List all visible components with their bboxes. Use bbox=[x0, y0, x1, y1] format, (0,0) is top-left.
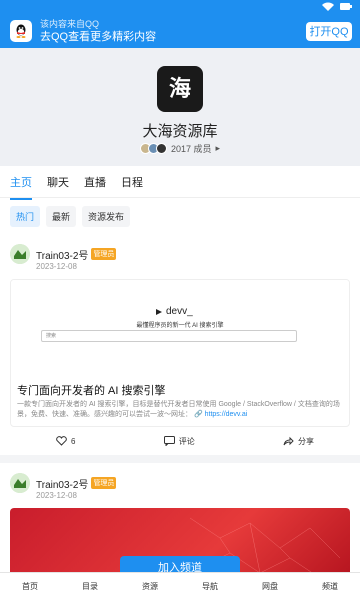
chip-resources[interactable]: 资源发布 bbox=[82, 205, 131, 227]
svg-text:海: 海 bbox=[169, 76, 191, 102]
chip-hot[interactable]: 热门 bbox=[10, 205, 41, 227]
comment-icon bbox=[163, 436, 175, 446]
link-preview-card[interactable]: devv_ 最懂程序员的新一代 AI 搜索引擎 搜索 专门面向开发者的 AI 搜… bbox=[10, 279, 350, 427]
nav-home[interactable]: 首页 bbox=[22, 581, 38, 592]
nav-channel[interactable]: 频道 bbox=[322, 581, 338, 592]
qq-logo-icon bbox=[10, 20, 32, 42]
post-actions: 6 评论 分享 bbox=[10, 427, 350, 455]
user-avatar[interactable] bbox=[10, 473, 30, 493]
tab-live[interactable]: 直播 bbox=[84, 174, 106, 190]
link-icon: 🔗 bbox=[193, 411, 203, 418]
like-button[interactable]: 6 bbox=[56, 436, 75, 446]
post-date: 2023-12-08 bbox=[36, 491, 77, 500]
devv-subtitle: 最懂程序员的新一代 AI 搜索引擎 bbox=[136, 323, 224, 329]
comment-label: 评论 bbox=[178, 436, 195, 446]
nav-catalog[interactable]: 目录 bbox=[82, 581, 98, 592]
admin-badge: 管理员 bbox=[91, 477, 117, 489]
card-description: 一款专门面向开发者的 AI 搜索引擎，目标是替代开发者日常使用 Google /… bbox=[17, 401, 340, 418]
card-link[interactable]: https://devv.ai bbox=[205, 411, 248, 418]
filter-chips: 热门 最新 资源发布 bbox=[0, 198, 360, 234]
post-divider bbox=[0, 455, 360, 463]
devv-search-box: 搜索 bbox=[41, 330, 297, 342]
qq-banner[interactable]: 该内容来自QQ 去QQ查看更多精彩内容 打开QQ bbox=[0, 14, 360, 48]
nav-resources[interactable]: 资源 bbox=[142, 581, 158, 592]
open-qq-button[interactable]: 打开QQ bbox=[306, 21, 352, 41]
nav-netdisk[interactable]: 网盘 bbox=[262, 581, 278, 592]
content-area: 主页 聊天 直播 日程 热门 最新 资源发布 Train03-2号 管理员 20… bbox=[0, 166, 360, 572]
group-header: 海 大海资源库 2017 成员 ▸ bbox=[0, 48, 360, 166]
heart-icon bbox=[56, 436, 67, 446]
status-bar bbox=[0, 0, 360, 14]
chevron-right-icon: ▸ bbox=[215, 143, 221, 153]
tab-chat[interactable]: 聊天 bbox=[47, 174, 69, 190]
tab-home[interactable]: 主页 bbox=[10, 174, 32, 200]
comment-button[interactable]: 评论 bbox=[163, 436, 195, 447]
post-card[interactable]: Train03-2号 管理员 2023-12-08 devv_ 最懂程序员的新一… bbox=[0, 234, 360, 455]
like-count: 6 bbox=[71, 436, 76, 446]
bottom-nav: 首页 目录 资源 导航 网盘 频道 bbox=[0, 572, 360, 600]
member-count: 2017 成员 bbox=[170, 144, 212, 154]
members-row[interactable]: 2017 成员 ▸ bbox=[0, 142, 360, 155]
post-username[interactable]: Train03-2号 bbox=[36, 247, 88, 262]
share-icon bbox=[283, 436, 294, 446]
admin-badge: 管理员 bbox=[91, 248, 117, 260]
qq-banner-message: 去QQ查看更多精彩内容 bbox=[40, 31, 157, 43]
qq-banner-subtitle: 该内容来自QQ bbox=[40, 19, 100, 29]
user-avatar[interactable] bbox=[10, 244, 30, 264]
post-date: 2023-12-08 bbox=[36, 262, 77, 271]
share-label: 分享 bbox=[297, 436, 314, 446]
chip-latest[interactable]: 最新 bbox=[46, 205, 77, 227]
preview-image: devv_ 最懂程序员的新一代 AI 搜索引擎 搜索 bbox=[11, 280, 349, 378]
card-title: 专门面向开发者的 AI 搜索引擎 bbox=[17, 385, 166, 397]
wifi-icon bbox=[322, 2, 334, 11]
post-username[interactable]: Train03-2号 bbox=[36, 476, 88, 491]
nav-navigation[interactable]: 导航 bbox=[202, 581, 218, 592]
devv-logo: devv_ bbox=[155, 306, 193, 317]
share-button[interactable]: 分享 bbox=[283, 436, 314, 447]
channel-tabs: 主页 聊天 直播 日程 bbox=[0, 166, 360, 200]
tab-schedule[interactable]: 日程 bbox=[121, 174, 143, 190]
member-avatars bbox=[139, 143, 167, 154]
battery-icon bbox=[340, 3, 352, 10]
group-name: 大海资源库 bbox=[142, 123, 218, 140]
group-avatar: 海 bbox=[157, 66, 203, 112]
